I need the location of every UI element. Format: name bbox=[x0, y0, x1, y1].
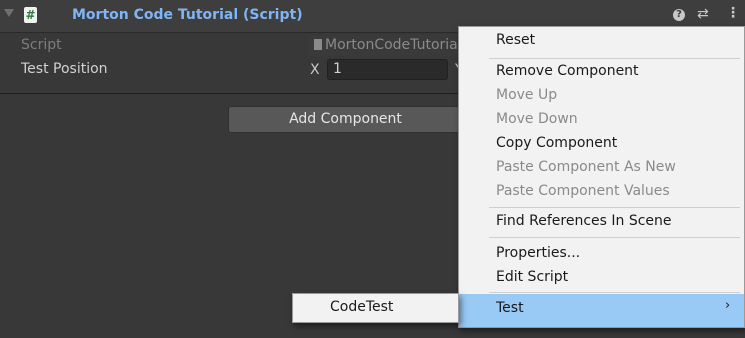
script-asset-icon bbox=[314, 39, 322, 50]
test-position-label: Test Position bbox=[21, 61, 108, 77]
script-object-field[interactable]: MortonCodeTutorial bbox=[308, 35, 468, 56]
menu-item-copy-component[interactable]: Copy Component bbox=[496, 135, 617, 151]
menu-item-reset[interactable]: Reset bbox=[496, 32, 535, 48]
menu-item-paste-values: Paste Component Values bbox=[496, 183, 670, 199]
add-component-button[interactable]: Add Component bbox=[228, 106, 463, 133]
submenu-item-codetest[interactable]: CodeTest bbox=[330, 299, 393, 315]
x-value-input[interactable] bbox=[327, 59, 448, 80]
menu-item-remove-component[interactable]: Remove Component bbox=[496, 63, 639, 79]
script-field-value: MortonCodeTutorial bbox=[325, 37, 462, 53]
kebab-menu-icon[interactable]: ⋮ bbox=[726, 5, 740, 21]
menu-item-paste-as-new: Paste Component As New bbox=[496, 159, 676, 175]
context-menu: Reset Remove Component Move Up Move Down… bbox=[458, 26, 745, 328]
menu-item-edit-script[interactable]: Edit Script bbox=[496, 269, 568, 285]
menu-separator bbox=[489, 292, 740, 293]
menu-separator bbox=[489, 237, 740, 238]
foldout-triangle-icon[interactable] bbox=[4, 9, 14, 17]
menu-item-properties[interactable]: Properties... bbox=[496, 245, 580, 261]
help-icon[interactable]: ? bbox=[673, 9, 685, 21]
menu-separator bbox=[489, 207, 740, 208]
script-label: Script bbox=[21, 37, 62, 53]
component-title: Morton Code Tutorial (Script) bbox=[72, 7, 303, 23]
inspector-divider bbox=[0, 93, 460, 94]
presets-icon[interactable]: ⇄ bbox=[697, 6, 709, 22]
menu-item-test-label: Test bbox=[496, 300, 524, 316]
chevron-right-icon: › bbox=[725, 298, 731, 313]
x-axis-label[interactable]: X bbox=[310, 62, 320, 78]
menu-item-move-up: Move Up bbox=[496, 87, 558, 103]
menu-item-move-down: Move Down bbox=[496, 111, 578, 127]
script-file-icon: # bbox=[24, 7, 37, 23]
test-submenu: CodeTest bbox=[292, 293, 459, 323]
menu-separator bbox=[489, 58, 740, 59]
menu-item-find-references[interactable]: Find References In Scene bbox=[496, 213, 672, 229]
